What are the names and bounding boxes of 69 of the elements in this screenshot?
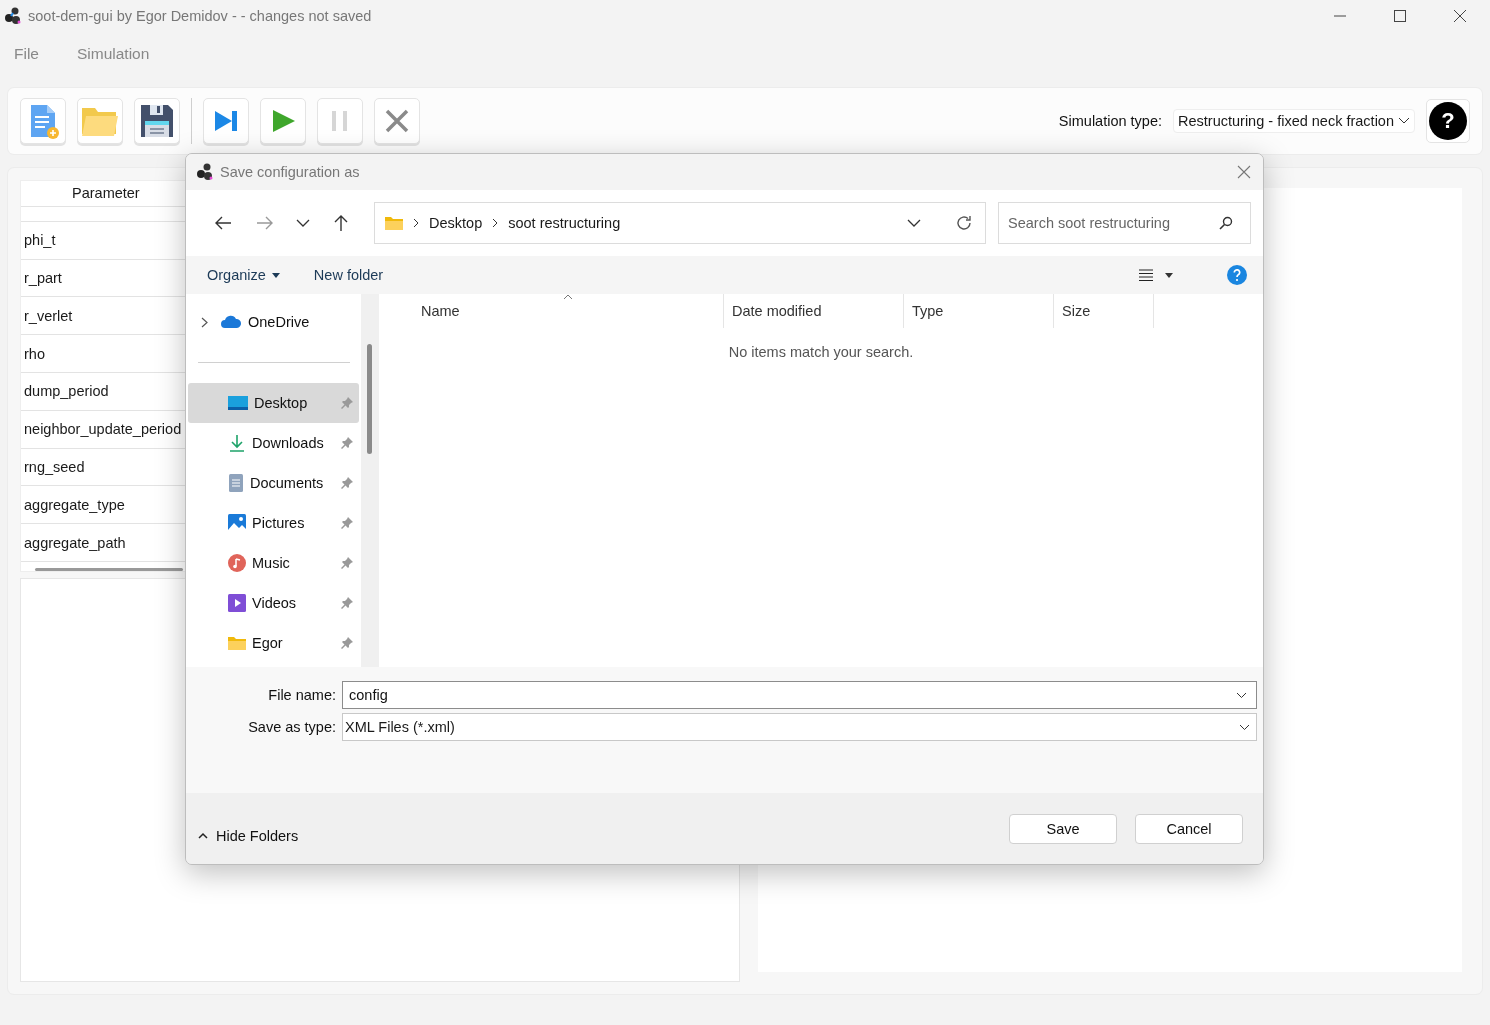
refresh-icon <box>955 214 973 232</box>
pin-icon <box>341 517 353 529</box>
maximize-icon[interactable] <box>1394 10 1406 22</box>
field-label: File name: <box>268 687 337 703</box>
column-header[interactable]: Size <box>1054 294 1154 328</box>
chevron-down-icon <box>907 219 921 227</box>
chevron-right-icon <box>201 316 208 328</box>
monitor-icon <box>228 395 248 411</box>
close-icon <box>1237 165 1251 179</box>
download-icon <box>228 434 246 452</box>
chevron-right-icon <box>492 218 499 228</box>
pin-icon <box>341 397 353 409</box>
simulation-type-dropdown[interactable]: Restructuring - fixed neck fraction <box>1173 109 1415 133</box>
close-icon[interactable] <box>1454 10 1466 22</box>
column-header[interactable]: Name <box>379 294 724 328</box>
view-list-icon <box>1139 269 1153 281</box>
back-arrow-icon <box>214 215 232 231</box>
music-note-icon <box>228 554 246 572</box>
chevron-down-icon <box>1236 692 1247 699</box>
help-icon <box>1227 265 1247 285</box>
pin-icon <box>341 477 353 489</box>
folder-icon <box>385 216 403 230</box>
navigation-item[interactable]: Videos <box>188 583 359 623</box>
simulation-type-label: Simulation type: <box>1058 113 1162 129</box>
dropdown-caret-icon <box>1165 272 1173 278</box>
scrollbar[interactable] <box>35 567 183 571</box>
search-icon <box>1219 216 1233 230</box>
pin-icon <box>341 637 353 649</box>
help-button[interactable]: ? <box>1426 99 1470 143</box>
toolbar-button[interactable] <box>203 98 249 144</box>
chevron-up-icon <box>198 832 208 839</box>
toolbar-button[interactable]: New folder <box>313 267 384 283</box>
column-header[interactable]: Type <box>904 294 1054 328</box>
toolbar-button[interactable] <box>134 98 180 144</box>
dialog-button[interactable]: Cancel <box>1135 813 1243 844</box>
toolbar-button[interactable]: Organize <box>207 267 280 283</box>
app-logo-icon <box>4 7 22 25</box>
dialog-title: Save configuration as <box>220 164 360 180</box>
file-type-dropdown[interactable]: XML Files (*.xml) <box>342 713 1257 741</box>
chevron-down-icon <box>296 219 310 227</box>
dropdown-caret-icon <box>271 272 280 278</box>
chevron-down-icon <box>1239 723 1250 731</box>
chevron-right-icon <box>413 218 419 228</box>
close-icon <box>384 108 410 134</box>
image-icon <box>228 514 246 532</box>
dialog-button[interactable]: Save <box>1009 813 1117 844</box>
folder-icon <box>228 636 246 650</box>
address-bar[interactable]: Desktop soot restructuring <box>374 202 986 244</box>
hide-folders-button[interactable]: Hide Folders <box>198 827 299 844</box>
toolbar-button[interactable] <box>374 98 420 144</box>
app-logo-icon <box>196 163 214 181</box>
search-field[interactable]: Search soot restructuring <box>998 202 1251 244</box>
pin-icon <box>341 437 353 449</box>
document-icon <box>228 474 244 492</box>
column-header[interactable]: Date modified <box>724 294 904 328</box>
scrollbar-thumb[interactable] <box>367 344 372 454</box>
film-icon <box>228 594 246 612</box>
chevron-down-icon <box>1398 117 1410 125</box>
up-arrow-icon <box>333 214 349 232</box>
file-name-field[interactable]: config <box>342 681 1257 709</box>
forward-arrow-icon <box>256 215 274 231</box>
sort-caret-icon <box>563 294 573 300</box>
pin-icon <box>341 597 353 609</box>
navigation-item[interactable]: Desktop <box>188 383 359 423</box>
window-title: soot-dem-gui by Egor Demidov - - changes not saved <box>28 8 372 24</box>
field-label: Save as type: <box>248 719 337 735</box>
cloud-icon <box>220 315 242 329</box>
navigation-item[interactable]: Egor <box>188 623 359 663</box>
pin-icon <box>341 557 353 569</box>
